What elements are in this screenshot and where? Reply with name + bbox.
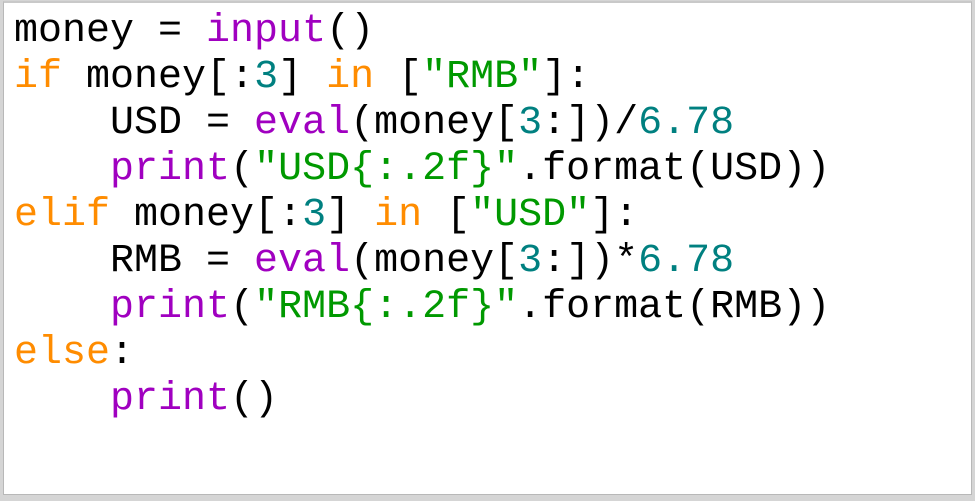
paren: )) (782, 285, 830, 330)
string: "USD" (470, 193, 590, 238)
space (374, 55, 398, 100)
bracket: ] (326, 193, 374, 238)
builtin-func: eval (254, 101, 350, 146)
space (110, 193, 134, 238)
number: 6.78 (638, 239, 734, 284)
identifier: money (86, 55, 206, 100)
keyword-in: in (374, 193, 422, 238)
paren: ( (686, 285, 710, 330)
method: format (542, 285, 686, 330)
builtin-func: input (206, 9, 326, 54)
space (422, 193, 446, 238)
identifier: money (374, 101, 494, 146)
bracket: [ (446, 193, 470, 238)
keyword-else: else (14, 331, 110, 376)
parens: () (230, 377, 278, 422)
colon: : (110, 331, 134, 376)
indent (14, 285, 110, 330)
string: "RMB{:.2f}" (254, 285, 518, 330)
dot: . (518, 285, 542, 330)
parens: () (326, 9, 374, 54)
operator: = (134, 9, 206, 54)
identifier: money (14, 9, 134, 54)
code-editor[interactable]: money = input() if money[:3] in ["RMB"]:… (3, 1, 972, 495)
bracket: :])* (542, 239, 638, 284)
identifier: USD (110, 101, 182, 146)
string: "RMB" (422, 55, 542, 100)
builtin-func: print (110, 377, 230, 422)
builtin-func: print (110, 285, 230, 330)
bracket: [: (254, 193, 302, 238)
paren: ( (350, 101, 374, 146)
keyword-elif: elif (14, 193, 110, 238)
paren: ( (686, 147, 710, 192)
bracket: [: (206, 55, 254, 100)
indent (14, 239, 110, 284)
code-block: money = input() if money[:3] in ["RMB"]:… (14, 9, 961, 423)
identifier: USD (710, 147, 782, 192)
builtin-func: print (110, 147, 230, 192)
operator: = (182, 101, 254, 146)
keyword-if: if (14, 55, 62, 100)
dot: . (518, 147, 542, 192)
number: 6.78 (638, 101, 734, 146)
paren: )) (782, 147, 830, 192)
identifier: money (134, 193, 254, 238)
identifier: money (374, 239, 494, 284)
method: format (542, 147, 686, 192)
indent (14, 377, 110, 422)
bracket: ] (278, 55, 326, 100)
bracket: :])/ (542, 101, 638, 146)
space (62, 55, 86, 100)
number: 3 (302, 193, 326, 238)
indent (14, 101, 110, 146)
operator: = (182, 239, 254, 284)
paren: ( (230, 147, 254, 192)
indent (14, 147, 110, 192)
bracket: [ (494, 239, 518, 284)
paren: ( (230, 285, 254, 330)
bracket: ]: (590, 193, 638, 238)
string: "USD{:.2f}" (254, 147, 518, 192)
keyword-in: in (326, 55, 374, 100)
bracket: ]: (542, 55, 590, 100)
number: 3 (518, 239, 542, 284)
number: 3 (254, 55, 278, 100)
bracket: [ (494, 101, 518, 146)
builtin-func: eval (254, 239, 350, 284)
bracket: [ (398, 55, 422, 100)
number: 3 (518, 101, 542, 146)
identifier: RMB (110, 239, 182, 284)
identifier: RMB (710, 285, 782, 330)
paren: ( (350, 239, 374, 284)
